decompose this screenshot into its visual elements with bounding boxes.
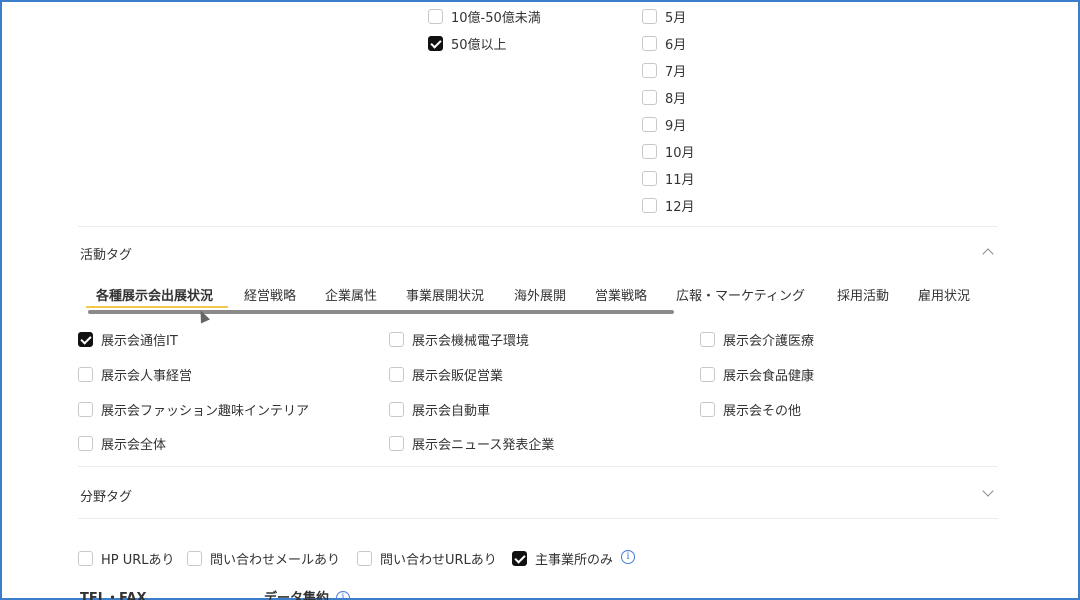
tab-management-strategy[interactable]: 経営戦略 <box>244 285 296 304</box>
tag-option[interactable]: 展示会販促営業 <box>389 365 503 384</box>
tag-label: 展示会自動車 <box>412 404 491 419</box>
checkbox-filter[interactable] <box>357 551 372 566</box>
tab-pr-marketing[interactable]: 広報・マーケティング <box>676 285 805 304</box>
checkbox-filter[interactable] <box>78 551 93 566</box>
filter-label: 問い合わせメールあり <box>210 553 341 568</box>
tag-label: 展示会介護医療 <box>723 334 815 349</box>
active-tab-indicator <box>86 306 228 308</box>
chevron-up-icon[interactable] <box>982 248 994 260</box>
tag-option[interactable]: 展示会ニュース発表企業 <box>389 434 554 453</box>
tag-option[interactable]: 展示会その他 <box>700 400 801 419</box>
field-tags-title: 分野タグ <box>80 490 133 505</box>
revenue-option-label: 10億-50億未満 <box>451 11 541 26</box>
data-aggregation-label: データ集約 <box>264 591 330 600</box>
month-option-10[interactable]: 10月 <box>642 142 695 161</box>
month-option-7[interactable]: 7月 <box>642 61 686 80</box>
month-option-5[interactable]: 5月 <box>642 7 686 26</box>
revenue-option-label: 50億以上 <box>451 38 507 53</box>
tag-label: 展示会通信IT <box>101 334 178 349</box>
checkbox-tag[interactable] <box>700 402 715 417</box>
activity-tags-title: 活動タグ <box>80 248 133 263</box>
checkbox-tag[interactable] <box>700 332 715 347</box>
checkbox-tag[interactable] <box>78 332 93 347</box>
month-option-6[interactable]: 6月 <box>642 34 686 53</box>
tag-label: 展示会販促営業 <box>412 369 504 384</box>
checkbox-tag[interactable] <box>389 436 404 451</box>
filter-contact-email[interactable]: 問い合わせメールあり <box>187 549 340 568</box>
filter-hp-url[interactable]: HP URLあり <box>78 549 175 568</box>
checkbox-revenue-50plus[interactable] <box>428 36 443 51</box>
checkbox-tag[interactable] <box>700 367 715 382</box>
tag-label: 展示会ニュース発表企業 <box>412 438 555 453</box>
checkbox-tag[interactable] <box>389 367 404 382</box>
checkbox-tag[interactable] <box>78 402 93 417</box>
filter-main-office[interactable]: 主事業所のみ <box>512 549 613 568</box>
tab-recruiting[interactable]: 採用活動 <box>837 285 889 304</box>
tab-business-development[interactable]: 事業展開状況 <box>406 285 484 304</box>
tab-company-attributes[interactable]: 企業属性 <box>325 285 377 304</box>
tag-label: 展示会ファッション趣味インテリア <box>101 404 310 419</box>
month-option-12[interactable]: 12月 <box>642 196 695 215</box>
checkbox-month[interactable] <box>642 36 657 51</box>
month-option-11[interactable]: 11月 <box>642 169 695 188</box>
filter-label: 主事業所のみ <box>535 553 614 568</box>
checkbox-tag[interactable] <box>389 332 404 347</box>
filter-label: 問い合わせURLあり <box>380 553 497 568</box>
checkbox-month[interactable] <box>642 198 657 213</box>
tag-label: 展示会全体 <box>101 438 167 453</box>
section-divider <box>78 226 998 227</box>
checkbox-month[interactable] <box>642 90 657 105</box>
revenue-option-10-50[interactable]: 10億-50億未満 <box>428 7 541 26</box>
month-label: 6月 <box>665 38 687 53</box>
checkbox-tag[interactable] <box>78 367 93 382</box>
tag-option[interactable]: 展示会自動車 <box>389 400 490 419</box>
checkbox-month[interactable] <box>642 171 657 186</box>
tag-option[interactable]: 展示会ファッション趣味インテリア <box>78 400 309 419</box>
tab-sales-strategy[interactable]: 営業戦略 <box>595 285 647 304</box>
month-label: 9月 <box>665 119 687 134</box>
section-divider <box>78 466 998 467</box>
tag-option[interactable]: 展示会食品健康 <box>700 365 814 384</box>
month-label: 10月 <box>665 146 695 161</box>
month-label: 12月 <box>665 200 695 215</box>
tab-employment[interactable]: 雇用状況 <box>918 285 970 304</box>
checkbox-month[interactable] <box>642 63 657 78</box>
tag-option[interactable]: 展示会通信IT <box>78 330 178 349</box>
checkbox-month[interactable] <box>642 144 657 159</box>
tag-label: 展示会人事経営 <box>101 369 193 384</box>
info-icon[interactable]: i <box>621 550 635 564</box>
tag-option[interactable]: 展示会介護医療 <box>700 330 814 349</box>
month-option-9[interactable]: 9月 <box>642 115 686 134</box>
chevron-down-icon[interactable] <box>982 485 994 497</box>
tabs-scrollbar-thumb[interactable] <box>88 310 674 314</box>
section-divider <box>78 518 998 519</box>
tab-overseas[interactable]: 海外展開 <box>514 285 566 304</box>
tag-label: 展示会食品健康 <box>723 369 815 384</box>
tag-option[interactable]: 展示会機械電子環境 <box>389 330 529 349</box>
checkbox-month[interactable] <box>642 117 657 132</box>
filter-label: HP URLあり <box>101 553 175 568</box>
checkbox-filter[interactable] <box>187 551 202 566</box>
month-label: 7月 <box>665 65 687 80</box>
checkbox-month[interactable] <box>642 9 657 24</box>
month-option-8[interactable]: 8月 <box>642 88 686 107</box>
tag-label: 展示会機械電子環境 <box>412 334 530 349</box>
filter-contact-url[interactable]: 問い合わせURLあり <box>357 549 497 568</box>
tag-option[interactable]: 展示会全体 <box>78 434 166 453</box>
month-label: 5月 <box>665 11 687 26</box>
month-label: 11月 <box>665 173 695 188</box>
tag-option[interactable]: 展示会人事経営 <box>78 365 192 384</box>
checkbox-filter[interactable] <box>512 551 527 566</box>
checkbox-tag[interactable] <box>389 402 404 417</box>
month-label: 8月 <box>665 92 687 107</box>
revenue-option-50plus[interactable]: 50億以上 <box>428 34 507 53</box>
info-icon[interactable]: i <box>336 591 350 600</box>
tel-fax-label: TEL・FAX <box>80 591 147 600</box>
tab-exhibition-status[interactable]: 各種展示会出展状況 <box>96 285 213 304</box>
tag-label: 展示会その他 <box>723 404 802 419</box>
checkbox-tag[interactable] <box>78 436 93 451</box>
checkbox-revenue-10-50[interactable] <box>428 9 443 24</box>
